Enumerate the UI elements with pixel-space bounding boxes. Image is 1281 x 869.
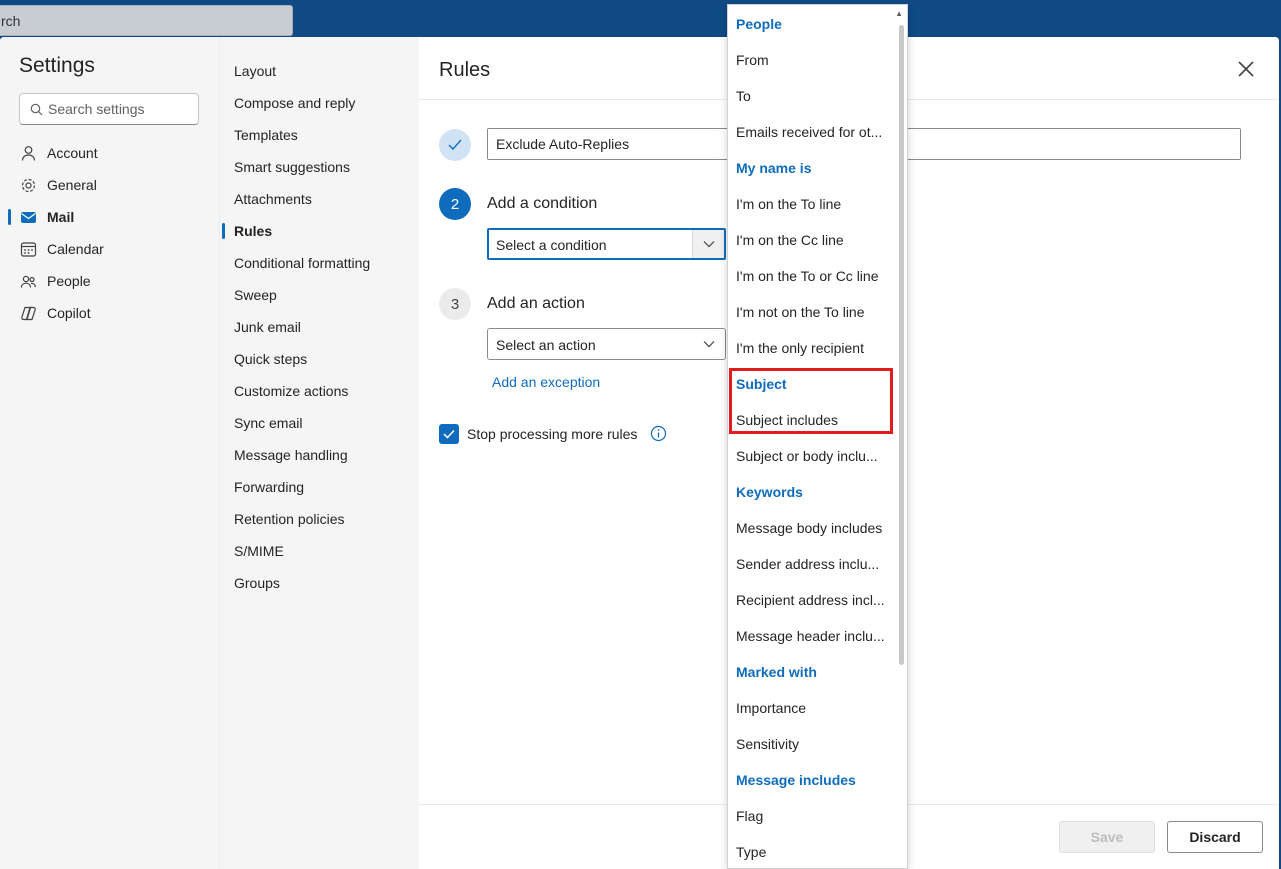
- dropdown-option[interactable]: Emails received for ot...: [736, 124, 882, 140]
- subnav-item-sweep[interactable]: Sweep: [234, 287, 277, 307]
- nav-item-general[interactable]: General: [0, 169, 219, 201]
- close-icon[interactable]: [1234, 57, 1258, 81]
- scrollbar-thumb[interactable]: [899, 25, 904, 665]
- step-3-badge: 3: [439, 288, 471, 320]
- action-select[interactable]: Select an action: [487, 328, 726, 360]
- calendar-icon: [20, 242, 37, 257]
- subnav-item-forwarding[interactable]: Forwarding: [234, 479, 304, 499]
- dropdown-group-header: People: [736, 16, 782, 32]
- mail-settings-nav: Layout Compose and reply Templates Smart…: [219, 37, 419, 869]
- nav-item-label: Account: [47, 145, 98, 161]
- subnav-item-smime[interactable]: S/MIME: [234, 543, 284, 563]
- subnav-item-junk-email[interactable]: Junk email: [234, 319, 301, 339]
- add-exception-link[interactable]: Add an exception: [492, 374, 600, 390]
- subnav-item-conditional-formatting[interactable]: Conditional formatting: [234, 255, 370, 275]
- condition-select-value: Select a condition: [496, 237, 607, 253]
- page-title: Rules: [439, 59, 491, 81]
- nav-item-label: General: [47, 177, 97, 193]
- people-icon: [20, 275, 36, 288]
- dropdown-option[interactable]: From: [736, 52, 769, 68]
- stop-processing-checkbox[interactable]: [439, 424, 459, 444]
- subnav-item-compose-and-reply[interactable]: Compose and reply: [234, 95, 355, 115]
- gear-icon: [21, 178, 36, 193]
- info-icon[interactable]: [650, 425, 667, 442]
- stop-processing-label: Stop processing more rules: [467, 426, 638, 442]
- chevron-down-icon[interactable]: [693, 329, 725, 359]
- dropdown-option[interactable]: Sensitivity: [736, 736, 799, 752]
- save-button[interactable]: Save: [1059, 821, 1155, 853]
- settings-title: Settings: [19, 54, 95, 77]
- settings-nav-pane: Settings Account General Mail Calendar P…: [0, 37, 219, 869]
- condition-dropdown-list: ▲ People From To Emails received for ot.…: [727, 4, 908, 869]
- nav-item-account[interactable]: Account: [0, 137, 219, 169]
- dropdown-option[interactable]: Sender address inclu...: [736, 556, 879, 572]
- dropdown-option[interactable]: I'm on the To or Cc line: [736, 268, 878, 284]
- chevron-down-icon[interactable]: [692, 230, 724, 258]
- subnav-item-quick-steps[interactable]: Quick steps: [234, 351, 307, 371]
- nav-item-mail[interactable]: Mail: [0, 201, 219, 233]
- dropdown-option[interactable]: To: [736, 88, 751, 104]
- nav-item-label: Calendar: [47, 241, 104, 257]
- condition-select[interactable]: Select a condition: [487, 228, 726, 260]
- dropdown-group-header: Keywords: [736, 484, 803, 500]
- subnav-item-customize-actions[interactable]: Customize actions: [234, 383, 348, 403]
- settings-dialog: Settings Account General Mail Calendar P…: [0, 37, 1279, 869]
- subnav-item-groups[interactable]: Groups: [234, 575, 280, 595]
- dropdown-group-header: Marked with: [736, 664, 817, 680]
- nav-item-copilot[interactable]: Copilot: [0, 297, 219, 329]
- dropdown-option[interactable]: Message header inclu...: [736, 628, 885, 644]
- checkmark-icon: [443, 429, 455, 439]
- subnav-item-message-handling[interactable]: Message handling: [234, 447, 348, 467]
- copilot-icon: [21, 306, 36, 321]
- discard-button[interactable]: Discard: [1167, 821, 1263, 853]
- dropdown-option[interactable]: Flag: [736, 808, 763, 824]
- step-2-badge: 2: [439, 188, 471, 220]
- step-1-complete: [439, 129, 471, 161]
- nav-item-calendar[interactable]: Calendar: [0, 233, 219, 265]
- subnav-item-templates[interactable]: Templates: [234, 127, 298, 147]
- subnav-item-smart-suggestions[interactable]: Smart suggestions: [234, 159, 350, 179]
- top-bar: rch: [0, 0, 1281, 37]
- active-indicator: [222, 223, 225, 239]
- highlight-box: [729, 368, 893, 434]
- dropdown-option[interactable]: I'm on the To line: [736, 196, 841, 212]
- search-icon: [30, 103, 43, 116]
- dropdown-option[interactable]: I'm not on the To line: [736, 304, 865, 320]
- nav-item-label: People: [47, 273, 91, 289]
- nav-item-people[interactable]: People: [0, 265, 219, 297]
- dropdown-option[interactable]: Message body includes: [736, 520, 882, 536]
- dropdown-option[interactable]: Importance: [736, 700, 806, 716]
- step-3-label: Add an action: [487, 295, 585, 312]
- dropdown-group-header: Message includes: [736, 772, 856, 788]
- mail-icon: [21, 212, 36, 223]
- dropdown-option[interactable]: Subject or body inclu...: [736, 448, 878, 464]
- top-search-box[interactable]: rch: [0, 5, 293, 36]
- subnav-item-sync-email[interactable]: Sync email: [234, 415, 302, 435]
- subnav-item-attachments[interactable]: Attachments: [234, 191, 312, 211]
- top-search-text: rch: [1, 13, 21, 29]
- nav-item-label: Copilot: [47, 305, 91, 321]
- person-icon: [21, 146, 36, 161]
- nav-item-label: Mail: [47, 209, 75, 225]
- subnav-item-retention-policies[interactable]: Retention policies: [234, 511, 345, 531]
- checkmark-icon: [448, 139, 462, 151]
- settings-search-box[interactable]: [19, 93, 199, 125]
- step-2-label: Add a condition: [487, 195, 598, 212]
- scroll-up-arrow[interactable]: ▲: [895, 9, 903, 18]
- settings-search-input[interactable]: [48, 100, 193, 118]
- dropdown-option[interactable]: I'm on the Cc line: [736, 232, 844, 248]
- dropdown-option[interactable]: Type: [736, 844, 766, 860]
- subnav-item-layout[interactable]: Layout: [234, 63, 276, 83]
- dropdown-option[interactable]: Recipient address incl...: [736, 592, 885, 608]
- dropdown-group-header: My name is: [736, 160, 812, 176]
- action-select-value: Select an action: [496, 337, 596, 353]
- subnav-item-rules[interactable]: Rules: [234, 223, 272, 243]
- dropdown-option[interactable]: I'm the only recipient: [736, 340, 864, 356]
